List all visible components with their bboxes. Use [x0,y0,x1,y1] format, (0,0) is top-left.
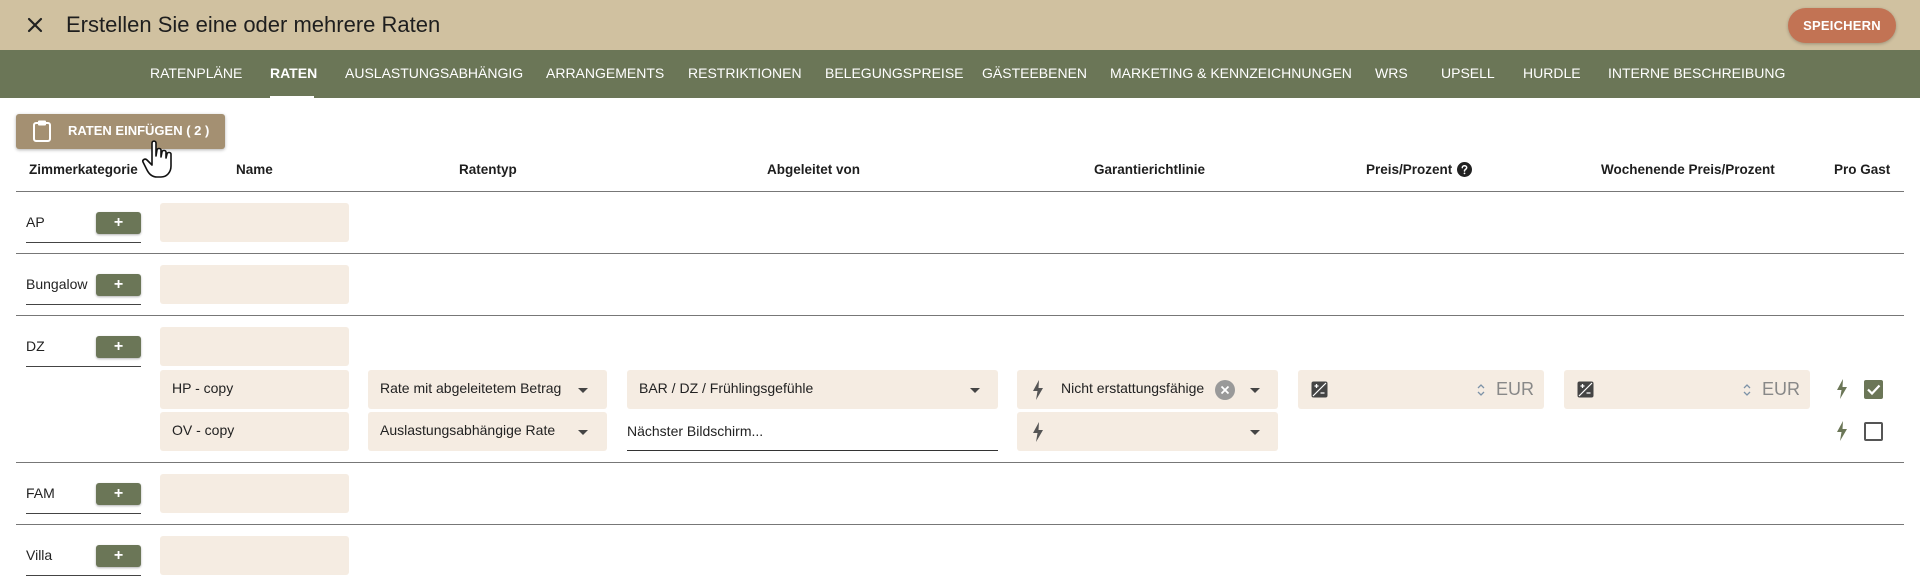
spinner-icon[interactable] [1742,381,1752,404]
name-input[interactable] [160,203,349,242]
guarantee-select[interactable] [1017,412,1278,451]
add-rate-button[interactable]: + [96,545,141,567]
help-icon[interactable] [1457,162,1473,180]
bolt-icon[interactable] [1836,421,1848,446]
category-label: Villa [26,547,53,563]
rate-type-select[interactable]: Rate mit abgeleitetem Betrag [368,370,607,409]
row-divider [16,253,1904,254]
bolt-icon[interactable] [1032,380,1044,405]
category-label: Bungalow [26,276,88,292]
bolt-icon[interactable] [1032,422,1044,447]
col-header-per-guest: Pro Gast [1834,162,1891,177]
close-icon[interactable] [22,12,48,38]
chevron-down-icon [1250,388,1260,393]
category-underline [26,575,141,576]
name-input[interactable] [160,265,349,304]
tab-hurdle[interactable]: HURDLE [1523,50,1581,98]
chevron-down-icon [578,388,588,393]
tab-arrangements[interactable]: ARRANGEMENTS [546,50,664,98]
col-header-derived-from: Abgeleitet von [767,162,861,177]
paste-rates-label: RATEN EINFÜGEN ( 2 ) [68,123,210,138]
row-divider [16,524,1904,525]
col-header-price-label: Preis/Prozent [1366,162,1453,177]
currency-label: EUR [1496,379,1535,399]
category-underline [26,513,141,514]
header-bar: Erstellen Sie eine oder mehrere Raten SP… [0,0,1920,50]
col-header-weekend-price: Wochenende Preis/Prozent [1601,162,1775,177]
category-label: FAM [26,485,55,501]
name-input[interactable] [160,474,349,513]
rate-type-select[interactable]: Auslastungsabhängige Rate [368,412,607,451]
header-divider [16,191,1904,192]
derived-from-select[interactable]: BAR / DZ / Frühlingsgefühle [627,370,998,409]
derived-from-value: BAR / DZ / Frühlingsgefühle [639,380,814,396]
tab-belegungspreise[interactable]: BELEGUNGSPREISE [825,50,964,98]
tab-upsell[interactable]: UPSELL [1441,50,1495,98]
add-rate-button[interactable]: + [96,274,141,296]
per-guest-checkbox[interactable] [1864,380,1883,399]
name-input[interactable] [160,327,349,366]
rate-name-value: OV - copy [172,422,235,438]
chevron-down-icon [578,430,588,435]
paste-rates-button[interactable]: RATEN EINFÜGEN ( 2 ) [16,114,225,149]
tab-raten[interactable]: RATEN [270,50,317,98]
col-header-category: Zimmerkategorie [29,162,138,177]
row-divider [16,315,1904,316]
name-input[interactable] [160,536,349,575]
rate-type-value: Rate mit abgeleitetem Betrag [380,380,562,396]
clipboard-icon [31,119,53,146]
col-header-name: Name [236,162,273,177]
main-tabs: RATENPLÄNE RATEN AUSLASTUNGSABHÄNGIG ARR… [0,50,1920,98]
add-rate-button[interactable]: + [96,483,141,505]
tab-wrs[interactable]: WRS [1375,50,1408,98]
rate-type-value: Auslastungsabhängige Rate [380,422,556,438]
price-input[interactable]: EUR [1298,370,1544,409]
bolt-icon[interactable] [1836,379,1848,404]
category-underline [26,242,141,243]
category-label: DZ [26,338,45,354]
chevron-down-icon [1250,430,1260,435]
per-guest-checkbox[interactable] [1864,422,1883,441]
rate-name-input[interactable]: HP - copy [160,370,349,409]
currency-label: EUR [1762,379,1801,399]
col-header-guarantee: Garantierichtlinie [1094,162,1206,177]
hand-cursor-icon [141,139,173,184]
category-underline [26,366,141,367]
tab-marketing[interactable]: MARKETING & KENNZEICHNUNGEN [1110,50,1352,98]
save-button[interactable]: SPEICHERN [1788,8,1896,43]
rate-name-input[interactable]: OV - copy [160,412,349,451]
derived-from-input[interactable]: Nächster Bildschirm... [627,413,998,451]
category-underline [26,304,141,305]
page-title: Erstellen Sie eine oder mehrere Raten [66,12,441,37]
add-rate-button[interactable]: + [96,336,141,358]
category-label: AP [26,214,45,230]
add-rate-button[interactable]: + [96,212,141,234]
clear-icon[interactable] [1215,380,1235,405]
calculator-icon[interactable] [1311,381,1328,403]
col-header-rate-type: Ratentyp [459,162,517,177]
tab-ratenplaene[interactable]: RATENPLÄNE [150,50,242,98]
calculator-icon[interactable] [1577,381,1594,403]
guarantee-value: Nicht erstattungsfähige [1061,380,1205,396]
tab-gaesteebenen[interactable]: GÄSTEEBENEN [982,50,1087,98]
tab-restriktionen[interactable]: RESTRIKTIONEN [688,50,802,98]
tab-interne-beschreibung[interactable]: INTERNE BESCHREIBUNG [1608,50,1785,98]
spinner-icon[interactable] [1476,381,1486,404]
derived-from-value: Nächster Bildschirm... [627,423,764,439]
tab-auslastungsabhaengig[interactable]: AUSLASTUNGSABHÄNGIG [345,50,523,98]
row-divider [16,462,1904,463]
rate-name-value: HP - copy [172,380,234,396]
chevron-down-icon [970,388,980,393]
col-header-price: Preis/Prozent [1366,162,1473,180]
active-tab-indicator [270,96,314,98]
weekend-price-input[interactable]: EUR [1564,370,1810,409]
guarantee-select[interactable]: Nicht erstattungsfähige [1017,370,1278,409]
